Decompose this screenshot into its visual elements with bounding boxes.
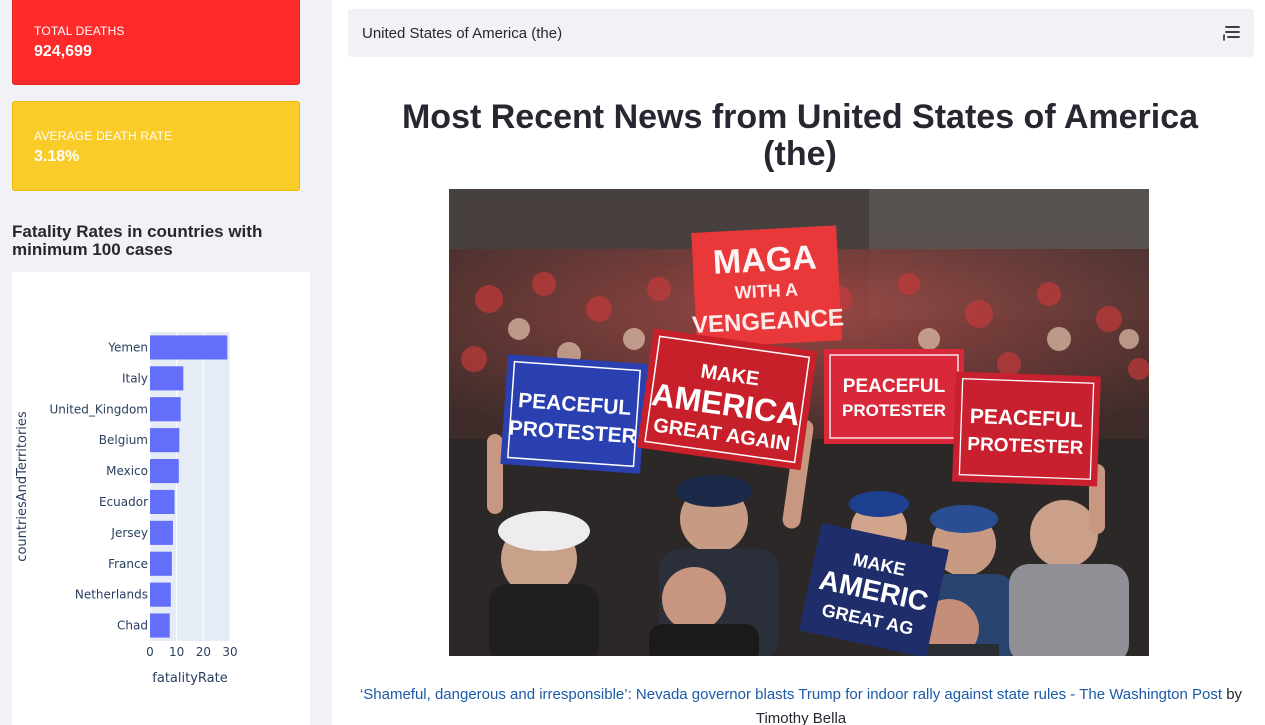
sign-make-america-great-again: MAKE AMERICA GREAT AGAIN [637,328,818,471]
app-root: TOTAL DEATHS 924,699 AVERAGE DEATH RATE … [0,0,1265,725]
sign-text: PROTESTER [967,434,1084,459]
bar-netherlands[interactable] [150,582,171,607]
y-tick-label: Italy [122,371,148,385]
bar-belgium[interactable] [150,428,180,453]
average-death-rate-value: 3.18% [34,148,80,165]
country-select[interactable]: United States of America (the) [348,9,1254,57]
chart-title: Fatality Rates in countries with minimum… [12,222,263,259]
y-tick-label: France [108,557,148,571]
total-deaths-label: TOTAL DEATHS [34,24,125,38]
bar-france[interactable] [150,551,172,576]
byline-prefix: by [1226,686,1243,703]
y-tick-label: United_Kingdom [49,402,148,416]
y-tick-label: Jersey [110,526,148,540]
x-tick-label: 20 [196,645,211,659]
rally-photo: MAGA WITH A VENGEANCE PEACEFUL PROTESTER… [449,189,1149,656]
list-filter-icon[interactable] [1222,21,1242,43]
average-death-rate-card: AVERAGE DEATH RATE 3.18% [12,101,300,191]
x-tick-labels: 0 10 20 30 [146,645,237,659]
bar-jersey[interactable] [150,520,173,545]
y-tick-label: Belgium [99,433,148,447]
y-axis-title: countriesAndTerritories [15,411,30,562]
sign-peaceful-protester-blue: PEACEFUL PROTESTER [500,354,648,474]
bar-mexico[interactable] [150,458,179,484]
y-tick-label: Yemen [107,340,148,354]
x-tick-label: 10 [169,645,184,659]
article-author: Timothy Bella [755,710,847,725]
sign-peaceful-protester-red-2: PEACEFUL PROTESTER [952,371,1101,487]
sign-text: PROTESTER [842,401,946,420]
bar-chad[interactable] [150,613,170,638]
news-image[interactable]: MAGA WITH A VENGEANCE PEACEFUL PROTESTER… [449,189,1149,656]
main-content: United States of America (the) Most Rece… [332,0,1265,725]
total-deaths-value: 924,699 [34,43,92,60]
y-tick-labels: Yemen Italy United_Kingdom Belgium Mexico Ecu… [49,340,148,632]
y-tick-label: Chad [117,619,148,633]
average-death-rate-label: AVERAGE DEATH RATE [34,129,173,143]
bar-ecuador[interactable] [150,489,175,515]
x-tick-label: 30 [222,645,237,659]
country-select-value: United States of America (the) [362,24,563,42]
article-link[interactable]: ‘Shameful, dangerous and irresponsible’:… [360,686,1222,703]
news-title: Most Recent News from United States of A… [401,98,1199,173]
y-tick-label: Mexico [106,464,148,478]
y-tick-label: Netherlands [75,588,148,602]
bar-yemen[interactable] [150,335,228,360]
sign-text: PEACEFUL [969,405,1083,432]
sign-maga-vengeance: MAGA WITH A VENGEANCE [691,225,845,348]
bar-italy[interactable] [150,366,184,391]
sign-text: WITH A [734,280,798,303]
y-tick-label: Ecuador [99,495,148,509]
bar-united-kingdom[interactable] [150,397,181,422]
sidebar: TOTAL DEATHS 924,699 AVERAGE DEATH RATE … [0,0,332,725]
sign-text: PEACEFUL [843,376,946,397]
x-tick-label: 0 [146,645,154,659]
article-caption: ‘Shameful, dangerous and irresponsible’:… [348,683,1254,725]
fatality-chart-svg: Yemen Italy United_Kingdom Belgium Mexico Ecu… [15,332,238,686]
sign-text: MAGA [712,238,818,281]
total-deaths-card: TOTAL DEATHS 924,699 [12,0,300,85]
x-axis-title: fatalityRate [152,671,227,686]
fatality-chart[interactable]: Yemen Italy United_Kingdom Belgium Mexico Ecu… [12,272,310,725]
sign-peaceful-protester-red-1: PEACEFUL PROTESTER [824,349,964,444]
